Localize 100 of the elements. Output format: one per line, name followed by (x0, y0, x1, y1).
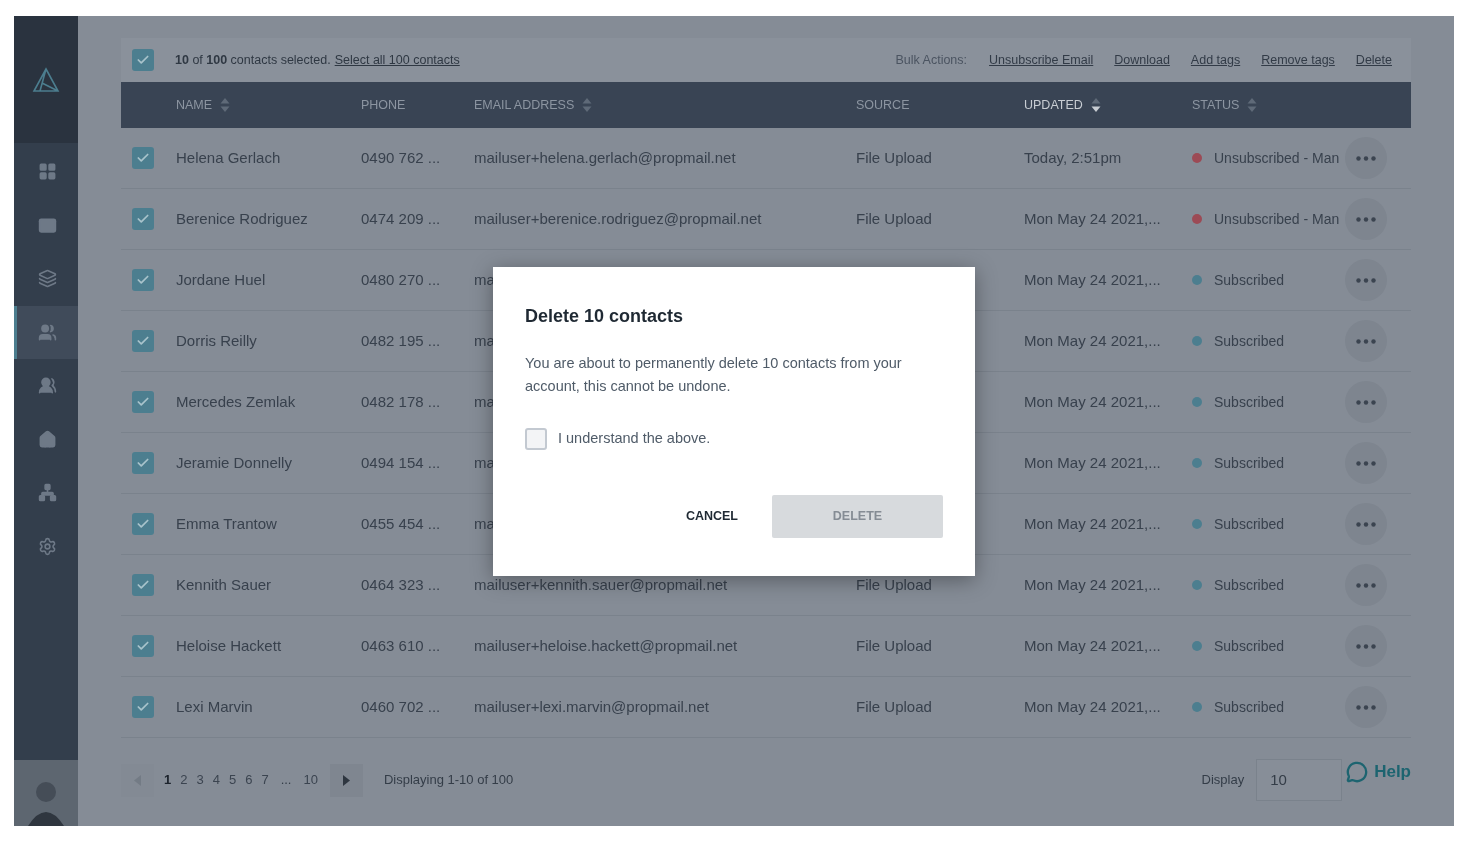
page-link[interactable]: 4 (212, 770, 220, 790)
row-actions-button[interactable] (1345, 442, 1387, 484)
selection-summary: 10 of 100 contacts selected. (175, 51, 331, 69)
name-cell-text: Helena Gerlach (176, 147, 282, 168)
page-link[interactable]: 10 (303, 770, 318, 790)
email-cell: mailuser+berenice.rodriguez@propmail.net (474, 209, 762, 227)
dashboard-grid-icon (38, 162, 57, 182)
column-header[interactable]: UPDATED (1024, 95, 1083, 115)
column-header[interactable]: EMAIL ADDRESS (474, 95, 575, 115)
more-dots-icon (1356, 582, 1376, 588)
row-actions-button[interactable] (1345, 137, 1387, 179)
page-link[interactable]: 3 (196, 770, 204, 790)
source-cell: File Upload (856, 148, 932, 166)
phone-cell-text: 0482 195 ... (361, 330, 442, 351)
column-header[interactable]: NAME (176, 95, 213, 115)
checkbox[interactable] (132, 208, 154, 230)
phone-cell-text: 0460 702 ... (361, 696, 442, 717)
checkbox[interactable] (525, 428, 547, 450)
home-icon (38, 429, 57, 449)
checkbox[interactable] (132, 391, 154, 413)
more-dots-icon (1356, 277, 1376, 283)
dialog-title: Delete 10 contacts (525, 305, 685, 328)
checkbox-label[interactable]: I understand the above. (558, 428, 711, 450)
name-cell-text: Jeramie Donnelly (176, 452, 293, 473)
phone-cell-text: 0463 610 ... (361, 635, 442, 656)
check-icon (136, 53, 150, 67)
updated-cell-text: Mon May 24 2021,... (1024, 269, 1162, 290)
phone-cell-text: 0494 154 ... (361, 452, 442, 473)
status-cell-text: Subscribed (1214, 331, 1285, 351)
more-dots-icon (1356, 338, 1376, 344)
column-header[interactable]: STATUS (1192, 95, 1240, 115)
updated-cell-text: Mon May 24 2021,... (1024, 513, 1162, 534)
check-icon (136, 212, 150, 226)
phone-cell-text: 0482 178 ... (361, 391, 442, 412)
row-actions-button[interactable] (1345, 381, 1387, 423)
check-icon (136, 395, 150, 409)
more-dots-icon (1356, 704, 1376, 710)
phone-cell-text: 0464 323 ... (361, 574, 442, 595)
status-cell-text: Unsubscribed - Man (1214, 209, 1340, 229)
check-icon (136, 517, 150, 531)
row-actions-button[interactable] (1345, 320, 1387, 362)
more-dots-icon (1356, 521, 1376, 527)
checkbox[interactable] (132, 513, 154, 535)
row-actions-button[interactable] (1345, 564, 1387, 606)
team-icon (38, 376, 57, 396)
checkbox[interactable] (132, 269, 154, 291)
row-actions-button[interactable] (1345, 259, 1387, 301)
check-icon (136, 639, 150, 653)
checkbox[interactable] (132, 696, 154, 718)
source-cell: File Upload (856, 697, 932, 715)
checkbox[interactable] (132, 49, 154, 71)
page-link[interactable]: 1 (164, 770, 172, 790)
row-actions-button[interactable] (1345, 686, 1387, 728)
column-header: PHONE (361, 96, 406, 114)
pagination-ellipsis: ... (280, 771, 292, 790)
name-cell-text: Dorris Reilly (176, 330, 258, 351)
checkbox[interactable] (132, 330, 154, 352)
more-dots-icon (1356, 216, 1376, 222)
updated-cell-text: Today, 2:51pm (1024, 147, 1123, 168)
bulk-action-link[interactable]: Add tags (1190, 50, 1241, 70)
phone-cell-text: 0455 454 ... (361, 513, 442, 534)
checkbox[interactable] (132, 147, 154, 169)
updated-cell-text: Mon May 24 2021,... (1024, 452, 1162, 473)
status-cell-text: Subscribed (1214, 636, 1285, 656)
row-actions-button[interactable] (1345, 503, 1387, 545)
display-label: Display (1201, 771, 1245, 790)
status-cell-text: Subscribed (1214, 270, 1285, 290)
sort-icon[interactable] (1090, 97, 1101, 113)
bulk-action-link[interactable]: Remove tags (1261, 50, 1335, 70)
bulk-action-link[interactable]: Download (1114, 50, 1170, 70)
status-cell-text: Unsubscribed - Man (1214, 148, 1340, 168)
next-page-button[interactable] (329, 763, 363, 797)
bulk-action-link[interactable]: Unsubscribe Email (989, 50, 1094, 70)
help-button[interactable]: Help (1346, 759, 1411, 785)
name-cell-text: Berenice Rodriguez (176, 208, 309, 229)
sitemap-icon (38, 483, 57, 503)
page-link[interactable]: 7 (261, 770, 269, 790)
more-dots-icon (1356, 399, 1376, 405)
check-icon (136, 151, 150, 165)
checkbox[interactable] (132, 635, 154, 657)
name-cell-text: Lexi Marvin (176, 696, 254, 717)
page-link[interactable]: 5 (228, 770, 237, 790)
display-count-field[interactable]: 10 (1256, 759, 1343, 801)
updated-cell-text: Mon May 24 2021,... (1024, 574, 1162, 595)
name-cell-text: Jordane Huel (176, 269, 267, 290)
select-all-link[interactable]: Select all 100 contacts (334, 50, 460, 70)
row-actions-button[interactable] (1345, 625, 1387, 667)
nav-item[interactable] (14, 305, 78, 359)
row-actions-button[interactable] (1345, 198, 1387, 240)
updated-cell-text: Mon May 24 2021,... (1024, 330, 1162, 351)
cancel-button[interactable]: CANCEL (665, 495, 758, 538)
email-cell: mailuser+heloise.hackett@propmail.net (474, 636, 738, 654)
page-link[interactable]: 6 (245, 770, 253, 790)
checkbox[interactable] (132, 574, 154, 596)
bulk-action-link[interactable]: Delete (1355, 50, 1392, 70)
checkbox[interactable] (132, 452, 154, 474)
page-link[interactable]: 2 (180, 770, 188, 790)
check-icon (136, 334, 150, 348)
status-cell-text: Subscribed (1214, 575, 1285, 595)
email-cell: mailuser+helena.gerlach@propmail.net (474, 148, 736, 166)
